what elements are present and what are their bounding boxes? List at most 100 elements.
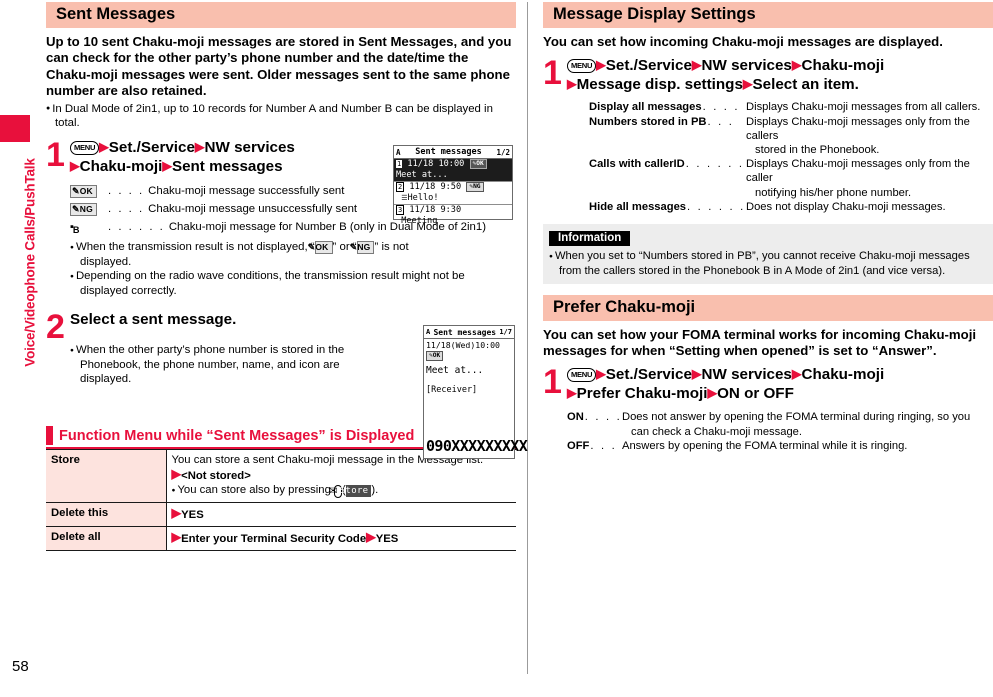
legend-leader-dots: . . . . — [108, 203, 145, 216]
right-step-2-line-1: MENU ▶Set./Service▶NW services▶Chaku-moji — [567, 365, 993, 384]
ng-badge-icon: ✎NG — [70, 201, 106, 217]
list-body: Meeting — [401, 216, 438, 226]
arrow-icon: ▶ — [70, 159, 80, 174]
option-numbers-stored-in-pb: Numbers stored in PB . . . Displays Chak… — [589, 115, 993, 158]
arrow-icon: ▶ — [691, 367, 702, 382]
option-term: Display all messages — [589, 101, 702, 114]
step-2-number: 2 — [46, 308, 65, 347]
store-softkey-label: Store — [340, 485, 372, 498]
phone-status-bar: A Sent messages 1/2 — [394, 146, 512, 159]
list-item-body: Meeting — [394, 216, 512, 227]
message-display-options: Display all messages . . . . Displays Ch… — [543, 100, 993, 214]
option-desc-cont: stored in the Phonebook. — [755, 144, 880, 157]
arrow-icon: ▶ — [596, 58, 606, 73]
phone-screen-sent-messages-list: A Sent messages 1/2 1 11/18 10:00 ✎OK Me… — [393, 145, 513, 226]
function-menu-table: Store You can store a sent Chaku-moji me… — [46, 449, 516, 552]
option-desc: Displays Chaku-moji messages only from t… — [746, 158, 970, 185]
step-2-notes: When the other party’s phone number is s… — [46, 343, 346, 386]
column-divider — [527, 2, 528, 674]
note-2-cont: displayed correctly. — [80, 284, 177, 297]
information-line-2: from the callers stored in the Phonebook… — [559, 264, 946, 277]
option-desc: Does not display Chaku-moji messages. — [746, 200, 946, 213]
menu-item-chaku-moji[interactable]: Chaku-moji — [802, 366, 885, 383]
function-menu-key-delete-all[interactable]: Delete all — [46, 526, 167, 552]
heading-mark — [46, 426, 53, 446]
leader-dots: . . . . — [702, 101, 740, 114]
option-desc-wrap: Displays Chaku-moji messages only from t… — [746, 115, 993, 158]
phone-status-bar: A Sent messages 1/7 — [424, 326, 514, 339]
function-menu-value-delete-this: ▶YES — [166, 502, 516, 528]
detail-badge-wrap: ✎OK — [424, 351, 514, 362]
menu-item-nw-services[interactable]: NW services — [702, 57, 792, 74]
legend-text-ng: Chaku-moji message unsuccessfully sent — [148, 203, 358, 216]
list-item[interactable]: 1 11/18 10:00 ✎OK — [394, 159, 512, 170]
option-desc: Answers by opening the FOMA terminal whi… — [622, 439, 908, 452]
phone-title: Sent messages — [433, 327, 497, 337]
right-step-1-line-2: ▶Message disp. settings▶Select an item. — [567, 75, 993, 94]
step-1-item-nw-services[interactable]: NW services — [205, 139, 295, 156]
section-intro-bullet: In Dual Mode of 2in1, up to 10 records f… — [46, 102, 516, 131]
menu-item-select-an-item[interactable]: Select an item. — [753, 76, 859, 93]
leader-dots: . . . . . . . — [687, 200, 746, 213]
legend-leader-dots: . . . . . . — [108, 221, 165, 234]
ok-badge-icon: ✎OK — [469, 159, 487, 169]
mode-a-icon: A — [396, 147, 401, 157]
detail-phone-number: 090XXXXXXXXX — [426, 437, 528, 455]
step-1-item-set-service[interactable]: Set./Service — [109, 139, 195, 156]
function-menu-key-store[interactable]: Store — [46, 449, 167, 504]
delete-this-yes[interactable]: ▶YES — [172, 506, 204, 521]
right-step-2-line-2: ▶Prefer Chaku-moji▶ON or OFF — [567, 384, 993, 403]
section2-intro: You can set how your FOMA terminal works… — [543, 326, 977, 358]
list-item[interactable]: 3 11/18 9:30 — [394, 204, 512, 216]
leader-dots: . . . . . . . — [685, 158, 746, 171]
step-1-item-chaku-moji[interactable]: Chaku-moji — [80, 158, 163, 175]
step-2-note-1: When the other party’s phone number is s… — [70, 343, 346, 386]
menu-item-chaku-moji[interactable]: Chaku-moji — [802, 57, 885, 74]
legend-text-ok: Chaku-moji message successfully sent — [148, 185, 345, 198]
menu-item-set-service[interactable]: Set./Service — [606, 366, 692, 383]
step-2-note-cont: Phonebook, the phone number, name, and i… — [80, 358, 340, 386]
step-1-item-sent-messages[interactable]: Sent messages — [172, 158, 283, 175]
option-desc: Displays Chaku-moji messages only from t… — [746, 115, 970, 142]
option-on: ON . . . . Does not answer by opening th… — [567, 410, 993, 438]
menu-item-nw-services[interactable]: NW services — [702, 366, 792, 383]
menu-item-message-disp-settings[interactable]: Message disp. settings — [577, 76, 743, 93]
ng-badge-icon: ✎NG — [350, 241, 375, 255]
menu-key-icon: MENU — [70, 141, 100, 155]
note-1-cont: displayed. — [80, 256, 132, 269]
function-menu-key-delete-this[interactable]: Delete this — [46, 502, 167, 528]
legend-leader-dots: . . . . — [108, 185, 145, 198]
ok-badge-icon: ✎OK — [70, 183, 106, 199]
menu-item-prefer-chaku-moji[interactable]: Prefer Chaku-moji — [577, 385, 708, 402]
arrow-icon: ▶ — [99, 140, 109, 155]
step-1-number: 1 — [46, 136, 65, 175]
option-off: OFF . . . Answers by opening the FOMA te… — [567, 439, 993, 453]
left-column: Sent Messages Up to 10 sent Chaku-moji m… — [46, 2, 516, 552]
arrow-icon: ▶ — [567, 77, 577, 92]
option-term: Hide all messages — [589, 200, 687, 213]
arrow-icon: ▶ — [742, 77, 753, 92]
ng-badge-icon: ✎NG — [466, 182, 484, 192]
menu-key-icon: MENU — [567, 59, 597, 73]
detail-datetime: 11/18(Wed)10:00 — [426, 340, 500, 350]
arrow-icon: ▶ — [171, 530, 182, 545]
phone-list: 1 11/18 10:00 ✎OK Meet at... 2 11/18 9:5… — [394, 159, 512, 227]
arrow-icon: ▶ — [791, 367, 802, 382]
step-1-notes: When the transmission result is not disp… — [46, 240, 516, 298]
option-term: Numbers stored in PB — [589, 115, 707, 128]
table-row: Delete this ▶YES — [46, 502, 516, 528]
delete-all-sequence[interactable]: ▶Enter your Terminal Security Code▶YES — [171, 530, 399, 545]
store-note: You can store also by pressing ✉(Store). — [172, 483, 513, 499]
ok-badge-icon: ✎OK — [426, 351, 444, 361]
phone-counter: 1/7 — [499, 328, 512, 336]
function-menu-heading-text: Function Menu while “Sent Messages” is D… — [59, 427, 415, 444]
store-option-not-stored[interactable]: ▶<Not stored> — [172, 467, 251, 482]
detail-receiver-label: [Receiver] — [426, 385, 478, 395]
right-step-2-number: 1 — [543, 363, 562, 402]
menu-key-icon: MENU — [567, 368, 597, 382]
list-item[interactable]: 2 11/18 9:50 ✎NG — [394, 181, 512, 193]
section-heading-sent-messages: Sent Messages — [46, 2, 516, 28]
menu-item-set-service[interactable]: Set./Service — [606, 57, 692, 74]
menu-item-on-or-off[interactable]: ON or OFF — [717, 385, 794, 402]
section1-intro: You can set how incoming Chaku-moji mess… — [543, 34, 943, 49]
